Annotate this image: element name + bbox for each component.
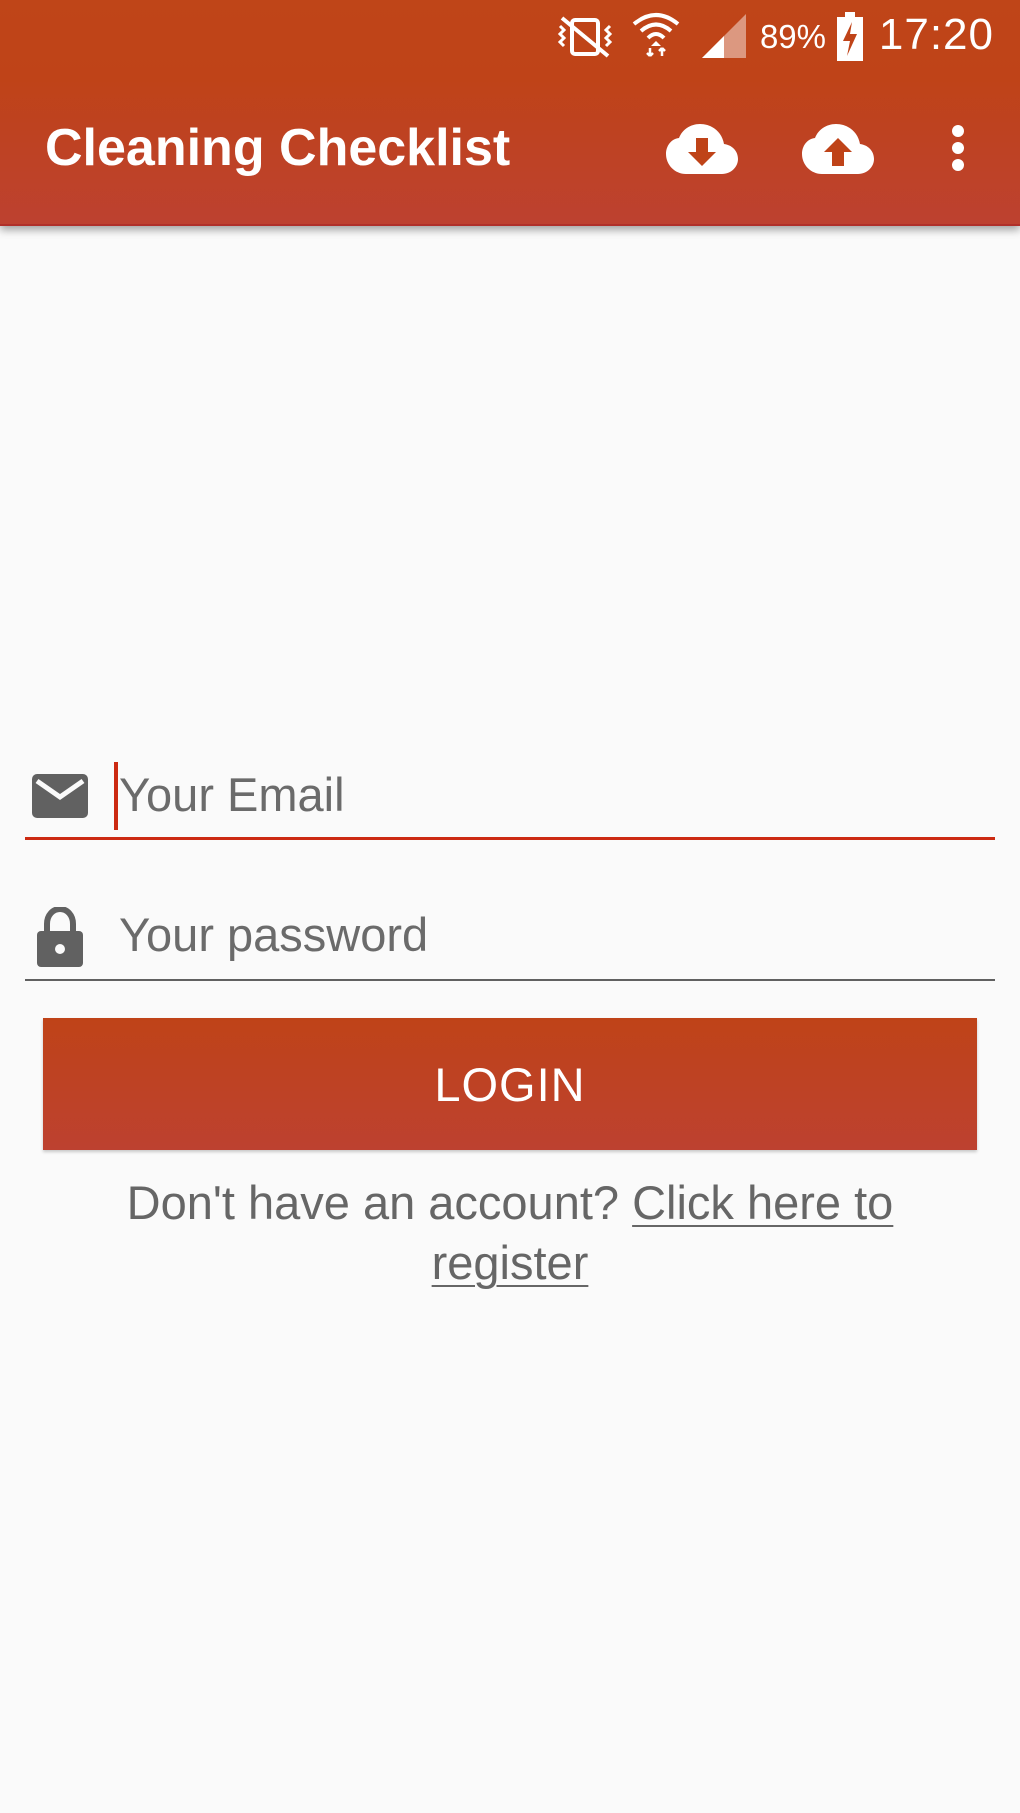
cloud-download-icon[interactable] (666, 124, 738, 174)
more-vert-icon[interactable] (948, 124, 968, 174)
register-prompt-text: Don't have an account? (126, 1176, 620, 1229)
email-field[interactable] (25, 755, 995, 840)
register-prompt: Don't have an account? Click here to reg… (60, 1173, 960, 1293)
password-input[interactable] (113, 895, 989, 973)
battery-percent: 89% (759, 18, 826, 55)
status-time: 17:20 (878, 10, 994, 59)
signal-icon (702, 14, 746, 58)
vibrate-mute-icon (557, 16, 613, 58)
email-input[interactable] (113, 755, 989, 833)
status-bar: 89% 17:20 (0, 0, 1020, 75)
password-field[interactable] (25, 895, 995, 981)
login-button[interactable]: LOGIN (43, 1018, 977, 1150)
cloud-upload-icon[interactable] (802, 124, 874, 174)
app-bar: 89% 17:20 Cleaning Checklist (0, 0, 1020, 226)
lock-icon (37, 907, 83, 967)
wifi-icon (632, 13, 680, 57)
email-icon (32, 774, 88, 818)
battery-charging-icon (837, 12, 863, 61)
app-title: Cleaning Checklist (45, 119, 511, 177)
